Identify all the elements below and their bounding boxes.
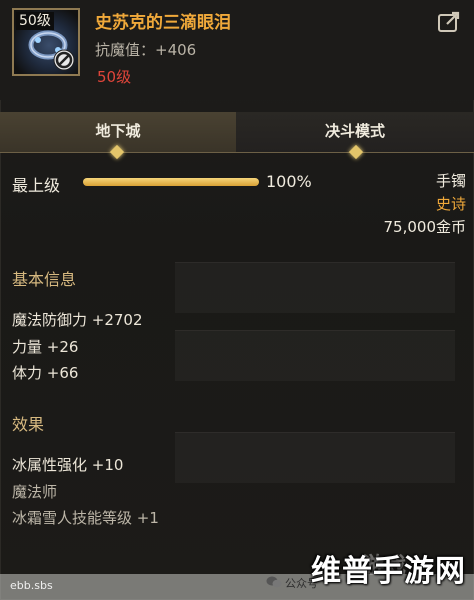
item-tooltip-panel: 50级 史苏克的三滴眼泪 抗魔值：+406 50级 地下城 决斗模式 最上级 1…	[0, 0, 474, 600]
watermark-small-text: ebb.sbs	[10, 579, 53, 592]
wechat-icon	[266, 576, 282, 588]
tooltip-header: 50级 史苏克的三滴眼泪 抗魔值：+406 50级	[0, 0, 474, 100]
stat-line: 体力 +66	[12, 364, 79, 382]
item-level-tag: 50级	[16, 12, 54, 30]
prohibited-icon	[53, 49, 75, 71]
required-level: 50级	[97, 68, 132, 86]
grade-label: 最上级	[12, 176, 61, 195]
grade-progress-bar	[83, 178, 259, 186]
grade-progress-fill	[83, 178, 259, 186]
mode-tabs: 地下城 决斗模式	[0, 112, 474, 160]
share-icon[interactable]	[438, 10, 462, 32]
brand-watermark: 维普手游网	[311, 554, 466, 589]
effect-line: 魔法师	[12, 483, 58, 501]
equipment-slot: 手镯	[435, 172, 466, 190]
basic-info-title: 基本信息	[12, 270, 77, 289]
item-icon-frame[interactable]: 50级	[12, 8, 80, 76]
background-row	[175, 432, 455, 483]
stat-line: 魔法防御力 +2702	[12, 311, 143, 329]
item-name: 史苏克的三滴眼泪	[95, 13, 231, 33]
sell-price: 75,000金币	[383, 218, 467, 236]
grade-percent: 100%	[266, 172, 312, 191]
background-row	[175, 262, 455, 313]
stat-line: 力量 +26	[12, 338, 79, 356]
background-row	[175, 330, 455, 381]
tab-divider	[0, 152, 474, 153]
effects-title: 效果	[12, 415, 45, 434]
effect-line: 冰霜雪人技能等级 +1	[12, 509, 159, 527]
effect-line: 冰属性强化 +10	[12, 456, 124, 474]
rarity-label: 史诗	[435, 195, 466, 213]
magic-resistance: 抗魔值：+406	[95, 41, 197, 59]
